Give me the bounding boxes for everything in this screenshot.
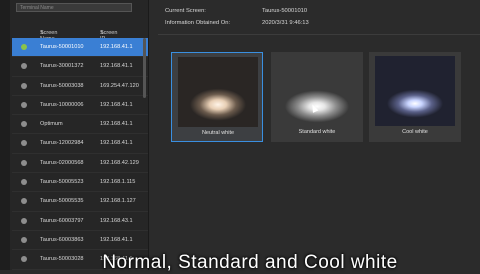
- terminal-search-input[interactable]: Terminal Name: [16, 3, 132, 12]
- screen-row[interactable]: Taurus-50003038 169.254.47.120: [12, 77, 148, 96]
- screen-ip: 192.168.41.1: [100, 121, 133, 128]
- status-icon: [21, 198, 27, 205]
- screen-row[interactable]: Taurus-60003797 192.168.43.1: [12, 212, 148, 231]
- status-icon: [21, 44, 27, 50]
- status-icon: [21, 256, 27, 263]
- screen-ip: 192.168.1.115: [100, 179, 136, 186]
- sort-icon[interactable]: ⇅: [40, 30, 44, 36]
- status-icon: [21, 140, 27, 147]
- status-icon: [21, 236, 27, 243]
- screen-row[interactable]: Taurus-10000006 192.168.41.1: [12, 96, 148, 116]
- screen-ip: 192.168.41.1: [100, 101, 133, 108]
- preset-label: Standard white: [298, 129, 336, 135]
- video-caption: Normal, Standard and Cool white: [102, 252, 398, 273]
- screen-ip: 192.168.41.1: [100, 140, 133, 147]
- screen-name: Taurus-30001372: [40, 63, 84, 70]
- screen-name: Taurus-50005535: [40, 198, 84, 205]
- screen-ip: 192.168.41.1: [100, 44, 133, 50]
- screen-row[interactable]: Optimum 192.168.41.1: [12, 115, 148, 135]
- screen-name: Taurus-10000006: [40, 101, 84, 108]
- divider: [158, 34, 480, 35]
- screen-list-panel: Terminal Name Screen Name ⇅ Screen IP ⇅ …: [0, 0, 149, 270]
- obtained-on-label: Information Obtained On:: [165, 20, 231, 26]
- screen-row[interactable]: Taurus-50005523 192.168.1.115: [12, 173, 148, 193]
- screen-row[interactable]: Taurus-02000568 192.168.42.129: [12, 154, 148, 174]
- screen-name: Taurus-50001010: [40, 44, 84, 50]
- side-tab-strip: [0, 0, 10, 270]
- status-icon: [21, 217, 27, 224]
- screen-name: Taurus-50005523: [40, 179, 84, 186]
- status-icon: [21, 82, 27, 89]
- status-icon: [21, 63, 27, 70]
- screen-name: Taurus-02000568: [40, 159, 84, 166]
- screen-name: Taurus-12002984: [40, 140, 84, 147]
- screen-ip: 192.168.41.1: [100, 63, 133, 70]
- cool-white-preview-image: [375, 56, 455, 126]
- screen-row[interactable]: Taurus-60003863 192.168.41.1: [12, 231, 148, 251]
- status-icon: [21, 159, 27, 166]
- list-scrollbar[interactable]: [143, 38, 146, 98]
- preset-label: Neutral white: [201, 130, 235, 136]
- obtained-on-value: 2020/3/31 9:46:13: [262, 20, 309, 26]
- standard-white-preview-image: [277, 56, 357, 126]
- screen-name: Taurus-50003038: [40, 82, 84, 89]
- screen-ip: 192.168.42.129: [100, 159, 139, 166]
- status-icon: [21, 179, 27, 186]
- preset-label: Cool white: [402, 129, 428, 135]
- preset-standard-white[interactable]: Standard white: [271, 52, 363, 142]
- sort-icon[interactable]: ⇅: [100, 30, 104, 36]
- screen-ip: 169.254.47.120: [100, 82, 139, 89]
- screen-ip: 192.168.43.1: [100, 217, 133, 224]
- screen-row[interactable]: Taurus-50001010 192.168.41.1: [12, 38, 148, 58]
- preset-neutral-white[interactable]: Neutral white: [171, 52, 263, 142]
- screen-list: Taurus-50001010 192.168.41.1 Taurus-30001…: [12, 38, 148, 270]
- preset-cool-white[interactable]: Cool white: [369, 52, 461, 142]
- screen-name: Taurus-60003797: [40, 217, 84, 224]
- screen-ip: 192.168.1.127: [100, 198, 136, 205]
- screen-row[interactable]: Taurus-50005535 192.168.1.127: [12, 192, 148, 212]
- current-screen-label: Current Screen:: [165, 8, 206, 14]
- screen-name: Taurus-60003863: [40, 236, 84, 243]
- neutral-white-preview-image: [178, 57, 258, 127]
- status-icon: [21, 101, 27, 108]
- screen-ip: 192.168.41.1: [100, 236, 133, 243]
- screen-table-header: Screen Name ⇅ Screen IP ⇅: [40, 30, 118, 42]
- current-screen-value: Taurus-50001010: [262, 8, 308, 14]
- screen-row[interactable]: Taurus-12002984 192.168.41.1: [12, 134, 148, 154]
- status-icon: [21, 121, 27, 128]
- screen-row[interactable]: Taurus-30001372 192.168.41.1: [12, 57, 148, 77]
- screen-name: Optimum: [40, 121, 63, 128]
